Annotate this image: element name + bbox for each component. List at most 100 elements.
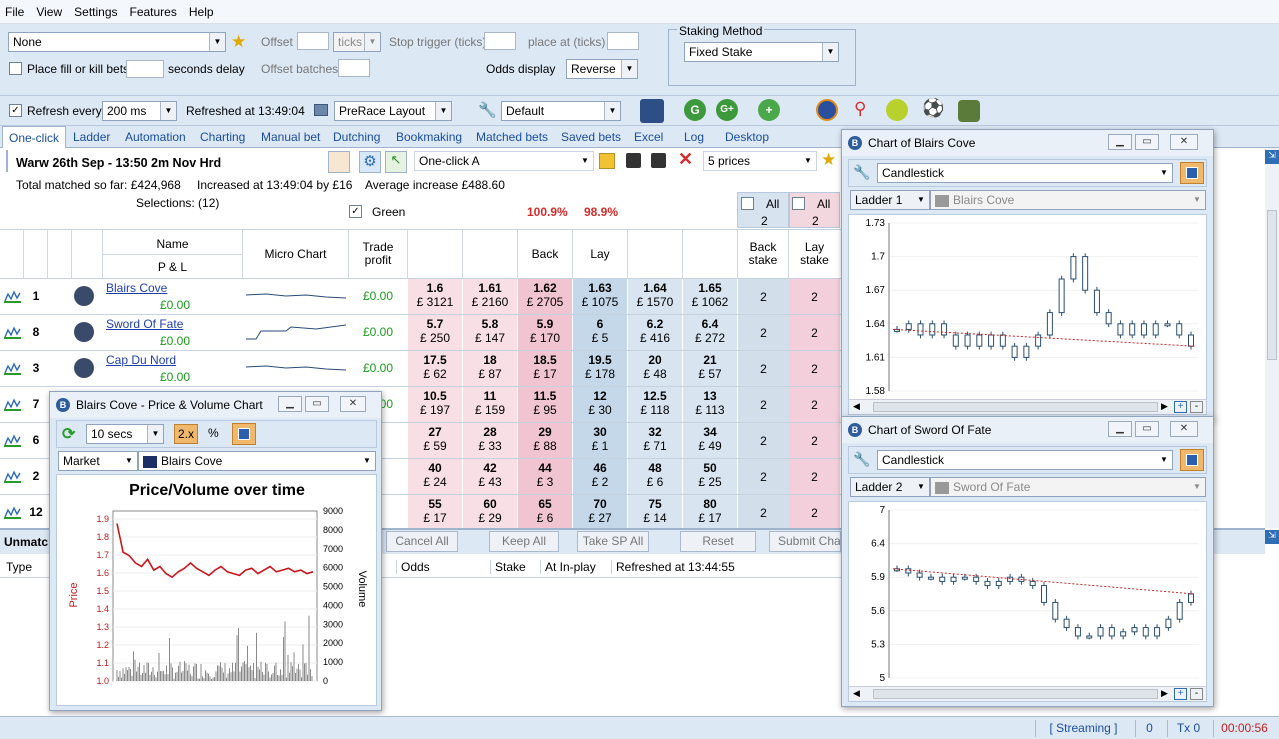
runner-name[interactable]: Sword Of Fate xyxy=(106,317,183,331)
tab-one-click[interactable]: One-click xyxy=(2,126,67,149)
minimize-button[interactable]: ▁ xyxy=(278,396,302,412)
scroll-left-icon[interactable]: ◀ xyxy=(853,688,860,699)
back-all-stake[interactable]: 2 xyxy=(761,214,768,228)
lay-price-cell[interactable]: 19.5 £ 178 xyxy=(573,351,628,386)
lay-price-cell[interactable]: 21 £ 57 xyxy=(683,351,738,386)
back-price-cell[interactable]: 18 £ 87 xyxy=(463,351,518,386)
tab-saved-bets[interactable]: Saved bets xyxy=(561,130,621,144)
chart1-runner-select[interactable]: Blairs Cove ▼ xyxy=(930,190,1206,210)
back-price-cell[interactable]: 65 £ 6 xyxy=(518,495,573,530)
lay-stake[interactable]: 2 xyxy=(789,351,840,386)
strategy-select[interactable]: None ▼ xyxy=(8,32,226,52)
delay-input[interactable] xyxy=(126,60,164,78)
back-stake[interactable]: 2 xyxy=(738,423,789,458)
tab-bookmaking[interactable]: Bookmaking xyxy=(396,130,462,144)
pin-button[interactable] xyxy=(1180,449,1204,471)
main-scrollbar[interactable]: ⇲ xyxy=(1265,148,1279,528)
scroll-thumb[interactable] xyxy=(1267,210,1277,360)
minimize-button[interactable]: ▁ xyxy=(1108,421,1132,437)
runner-name[interactable]: Blairs Cove xyxy=(106,281,167,295)
tab-charting[interactable]: Charting xyxy=(200,130,245,144)
lay-price-cell[interactable]: 32 £ 71 xyxy=(628,423,683,458)
percent-toggle[interactable]: % xyxy=(208,426,219,440)
tab-ladder[interactable]: Ladder xyxy=(73,130,110,144)
columns-icon[interactable] xyxy=(599,153,615,169)
lay-price-cell[interactable]: 12 £ 30 xyxy=(573,387,628,422)
tab-manual-bet[interactable]: Manual bet xyxy=(261,130,320,144)
reset-button[interactable]: Reset xyxy=(680,531,756,552)
offset-input[interactable] xyxy=(297,32,329,50)
lay-price-cell[interactable]: 50 £ 25 xyxy=(683,459,738,494)
offset-batches-input[interactable] xyxy=(338,59,370,77)
lay-stake[interactable]: 2 xyxy=(789,315,840,350)
chart2-hscroll[interactable]: ◀ ▶ + - xyxy=(849,686,1206,701)
back-price-cell[interactable]: 17.5 £ 62 xyxy=(408,351,463,386)
chart-bars-icon[interactable] xyxy=(4,505,21,519)
lay-price-cell[interactable]: 46 £ 2 xyxy=(573,459,628,494)
grid-icon[interactable] xyxy=(328,151,350,173)
back-price-cell[interactable]: 44 £ 3 xyxy=(518,459,573,494)
expand-icon[interactable]: ⇲ xyxy=(1265,530,1279,544)
col-type[interactable]: Type xyxy=(6,560,32,574)
gear-icon[interactable]: ⚙ xyxy=(359,151,381,173)
lay-price-cell[interactable]: 20 £ 48 xyxy=(628,351,683,386)
lay-price-cell[interactable]: 6.4 £ 272 xyxy=(683,315,738,350)
lay-stake[interactable]: 2 xyxy=(789,423,840,458)
back-stake[interactable]: 2 xyxy=(738,387,789,422)
chart2-ladder-select[interactable]: Ladder 2 ▼ xyxy=(850,477,930,497)
back-stake[interactable]: 2 xyxy=(738,315,789,350)
menu-view[interactable]: View xyxy=(31,0,69,19)
col-stake[interactable]: Stake xyxy=(490,560,526,574)
back-stake[interactable]: 2 xyxy=(738,459,789,494)
google-icon[interactable]: G xyxy=(684,99,706,121)
tab-log[interactable]: Log xyxy=(684,130,704,144)
lay-all-stake[interactable]: 2 xyxy=(812,214,819,228)
odds-display-select[interactable]: Reverse ▼ xyxy=(566,59,638,79)
lay-stake[interactable]: 2 xyxy=(789,387,840,422)
col-odds[interactable]: Odds xyxy=(396,560,430,574)
back-price-cell[interactable]: 11 £ 159 xyxy=(463,387,518,422)
lay-price-cell[interactable]: 80 £ 17 xyxy=(683,495,738,530)
back-price-cell[interactable]: 1.6 £ 3121 xyxy=(408,279,463,314)
maximize-button[interactable]: ▭ xyxy=(1135,134,1159,150)
stop-trigger-input[interactable] xyxy=(484,32,516,50)
tennis-ball-icon[interactable] xyxy=(886,99,908,121)
scroll-right-icon[interactable]: ▶ xyxy=(1161,688,1168,699)
tab-dutching[interactable]: Dutching xyxy=(333,130,380,144)
back-price-cell[interactable]: 28 £ 33 xyxy=(463,423,518,458)
lay-price-cell[interactable]: 30 £ 1 xyxy=(573,423,628,458)
maximize-button[interactable]: ▭ xyxy=(1135,421,1159,437)
close-button[interactable]: ✕ xyxy=(1170,134,1198,150)
add-green-icon[interactable]: + xyxy=(758,99,780,121)
tab-desktop[interactable]: Desktop xyxy=(725,130,769,144)
chart2-runner-select[interactable]: Sword Of Fate ▼ xyxy=(930,477,1206,497)
back-price-cell[interactable]: 1.61 £ 2160 xyxy=(463,279,518,314)
tab-automation[interactable]: Automation xyxy=(125,130,186,144)
chart-bars-icon[interactable] xyxy=(4,469,21,483)
back-price-cell[interactable]: 27 £ 59 xyxy=(408,423,463,458)
chart-bars-icon[interactable] xyxy=(4,397,21,411)
interval-select[interactable]: 10 secs ▼ xyxy=(86,424,164,444)
back-price-cell[interactable]: 11.5 £ 95 xyxy=(518,387,573,422)
zoom-in-icon[interactable]: + xyxy=(1174,401,1187,413)
profile-select[interactable]: Default ▼ xyxy=(501,101,621,121)
lay-price-cell[interactable]: 13 £ 113 xyxy=(683,387,738,422)
menu-settings[interactable]: Settings xyxy=(69,0,124,19)
lay-stake[interactable]: 2 xyxy=(789,279,840,314)
lay-price-cell[interactable]: 1.63 £ 1075 xyxy=(573,279,628,314)
cursor-icon[interactable]: ↖ xyxy=(385,151,407,173)
lay-price-cell[interactable]: 48 £ 6 xyxy=(628,459,683,494)
back-price-cell[interactable]: 5.8 £ 147 xyxy=(463,315,518,350)
zoom-out-icon[interactable]: - xyxy=(1190,688,1203,700)
back-price-cell[interactable]: 10.5 £ 197 xyxy=(408,387,463,422)
expand-icon[interactable]: ⇲ xyxy=(1265,150,1279,164)
chart-bars-icon[interactable] xyxy=(4,361,21,375)
refresh-icon[interactable]: ⟳ xyxy=(62,424,75,444)
chart2-type-select[interactable]: Candlestick ▼ xyxy=(877,450,1173,470)
calculator-icon[interactable] xyxy=(640,99,664,123)
mode-select[interactable]: One-click A ▼ xyxy=(414,151,594,171)
football-icon[interactable]: ⚽ xyxy=(922,98,944,119)
scroll-thumb[interactable] xyxy=(873,402,1158,412)
chart1-hscroll[interactable]: ◀ ▶ + - xyxy=(849,399,1206,414)
wrench-icon[interactable]: 🔧 xyxy=(853,451,870,468)
